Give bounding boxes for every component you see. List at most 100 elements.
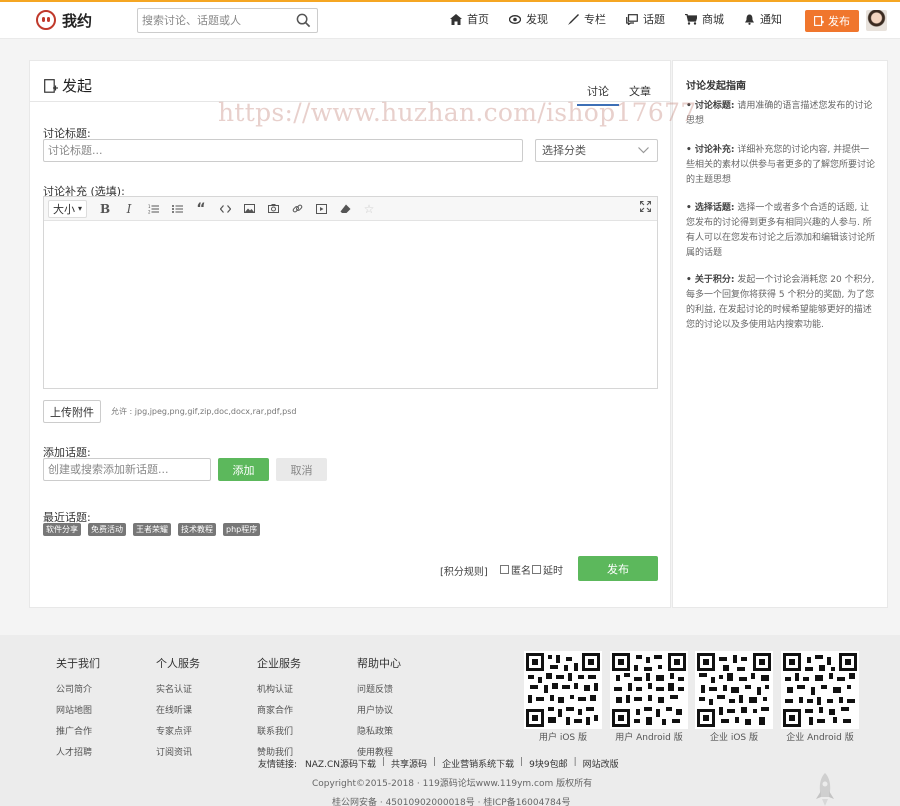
logo[interactable]: 我约	[36, 8, 92, 32]
font-size-label: 大小	[53, 202, 75, 216]
friend-link[interactable]: 企业营销系统下载	[442, 757, 514, 770]
svg-text:1: 1	[148, 204, 151, 209]
home-icon	[450, 13, 462, 25]
bold-icon[interactable]: B	[93, 199, 117, 219]
unordered-list-icon[interactable]	[165, 199, 189, 219]
fullscreen-icon[interactable]	[639, 200, 652, 215]
topic-tag[interactable]: php程序	[223, 523, 261, 536]
eraser-icon[interactable]	[333, 199, 357, 219]
nav-label: 首页	[467, 13, 489, 26]
nav-shop[interactable]: 商城	[685, 11, 724, 27]
upload-attachment-button[interactable]: 上传附件	[43, 400, 101, 423]
topic-tag[interactable]: 王者荣耀	[133, 523, 171, 536]
quote-icon[interactable]: “	[189, 199, 213, 219]
footer-link[interactable]: 联系我们	[257, 724, 301, 737]
font-size-dropdown[interactable]: 大小 ▾	[48, 199, 88, 218]
later-checkbox[interactable]: 延时	[532, 562, 563, 577]
footer-column: 关于我们 公司简介 网站地图 推广合作 人才招聘	[56, 655, 100, 766]
qr-caption: 企业 Android 版	[786, 733, 854, 743]
watermark: https://www.huzhan.com/ishop17677	[218, 98, 697, 127]
compose-icon	[814, 16, 824, 26]
compose-icon	[44, 78, 58, 93]
nav-label: 商城	[702, 13, 724, 26]
add-topic-button[interactable]: 添加	[218, 458, 269, 481]
separator: |	[381, 757, 386, 767]
caret-down-icon: ▾	[78, 204, 83, 213]
nav-notifications[interactable]: 通知	[744, 11, 782, 27]
footer-link[interactable]: 问题反馈	[357, 682, 401, 695]
qr-code	[610, 651, 688, 729]
guide-panel: 讨论发起指南 • 讨论标题: 请用准确的语言描述您发布的讨论思想 • 讨论补充:…	[672, 60, 888, 608]
topic-tag[interactable]: 免费活动	[88, 523, 126, 536]
nav-label: 话题	[643, 13, 665, 26]
category-select[interactable]: 选择分类	[535, 139, 658, 162]
topic-title-input[interactable]	[43, 139, 523, 162]
nav-discover[interactable]: 发现	[509, 11, 548, 27]
footer-link[interactable]: 用户协议	[357, 703, 401, 716]
guide-title: 讨论发起指南	[686, 81, 746, 92]
guide-item: • 选择话题: 选择一个或者多个合适的话题, 让您发布的讨论得到更多有相同兴趣的…	[686, 201, 876, 261]
eye-icon	[509, 14, 521, 24]
copyright: Copyright©2015-2018 · 119源码论坛www.119ym.c…	[312, 779, 593, 789]
italic-icon[interactable]: I	[117, 199, 141, 219]
footer-link[interactable]: 商家合作	[257, 703, 301, 716]
cart-icon	[685, 13, 697, 25]
footer-link[interactable]: 订阅资讯	[156, 745, 200, 758]
footer-link[interactable]: 网站地图	[56, 703, 100, 716]
qr-code	[695, 651, 773, 729]
nav-column[interactable]: 专栏	[568, 11, 606, 27]
guide-key: • 关于积分:	[686, 275, 735, 285]
points-rules-link[interactable]: [积分规则]	[440, 563, 488, 578]
bell-icon	[745, 14, 754, 25]
qr-caption: 企业 iOS 版	[709, 733, 759, 743]
anonymous-checkbox[interactable]: 匿名	[500, 562, 531, 577]
ordered-list-icon[interactable]: 12	[141, 199, 165, 219]
camera-icon[interactable]	[261, 199, 285, 219]
search-icon[interactable]	[296, 13, 311, 28]
friend-link[interactable]: 共享源码	[391, 757, 427, 770]
nav-home[interactable]: 首页	[450, 11, 489, 27]
video-icon[interactable]	[309, 199, 333, 219]
nav-label: 专栏	[584, 13, 606, 26]
search-box	[137, 8, 318, 33]
footer-column: 帮助中心 问题反馈 用户协议 隐私政策 使用教程	[357, 655, 401, 766]
footer-link[interactable]: 公司简介	[56, 682, 100, 695]
footer-column-title: 帮助中心	[357, 657, 401, 670]
image-icon[interactable]	[237, 199, 261, 219]
footer-link[interactable]: 隐私政策	[357, 724, 401, 737]
topic-tag[interactable]: 技术教程	[178, 523, 216, 536]
footer-link[interactable]: 人才招聘	[56, 745, 100, 758]
footer-link[interactable]: 推广合作	[56, 724, 100, 737]
footer: 关于我们 公司简介 网站地图 推广合作 人才招聘 个人服务 实名认证 在线听课 …	[0, 635, 900, 806]
compose-panel: 发起 讨论 文章 讨论标题: 选择分类 讨论补充 (选填): 大小▾ B I 1…	[29, 60, 671, 608]
friend-link[interactable]: 网站改版	[583, 757, 619, 770]
svg-text:2: 2	[148, 209, 151, 214]
footer-link[interactable]: 实名认证	[156, 682, 200, 695]
code-icon[interactable]	[213, 199, 237, 219]
avatar[interactable]	[866, 10, 887, 31]
nav-topics[interactable]: 话题	[626, 11, 665, 27]
link-icon[interactable]	[285, 199, 309, 219]
editor-content-area[interactable]	[44, 222, 657, 388]
footer-column-title: 企业服务	[257, 657, 301, 670]
rich-text-editor: 大小 ▾ B I 12 “ ☆	[43, 196, 658, 389]
cancel-topic-button[interactable]: 取消	[276, 458, 327, 481]
friend-link[interactable]: NAZ.CN源码下载	[305, 757, 376, 770]
footer-link[interactable]: 机构认证	[257, 682, 301, 695]
submit-button[interactable]: 发布	[578, 556, 658, 581]
add-topic-input[interactable]	[43, 458, 211, 481]
back-to-top-rocket-icon[interactable]	[815, 773, 835, 806]
editor-toolbar: 大小 ▾ B I 12 “ ☆	[44, 197, 657, 221]
star-icon[interactable]: ☆	[357, 199, 381, 219]
footer-link[interactable]: 在线听课	[156, 703, 200, 716]
publish-button[interactable]: 发布	[805, 10, 859, 32]
qr-caption: 用户 iOS 版	[538, 733, 588, 743]
footer-column: 个人服务 实名认证 在线听课 专家点评 订阅资讯	[156, 655, 200, 766]
friend-link[interactable]: 9块9包邮	[529, 757, 567, 770]
topic-tag[interactable]: 软件分享	[43, 523, 81, 536]
footer-column-title: 关于我们	[56, 657, 100, 670]
search-input[interactable]	[138, 9, 288, 32]
guide-item: • 讨论补充: 详细补充您的讨论内容, 并提供一些相关的素材以供参与者更多的了解…	[686, 143, 876, 188]
footer-link[interactable]: 专家点评	[156, 724, 200, 737]
guide-item: • 讨论标题: 请用准确的语言描述您发布的讨论思想	[686, 99, 876, 129]
